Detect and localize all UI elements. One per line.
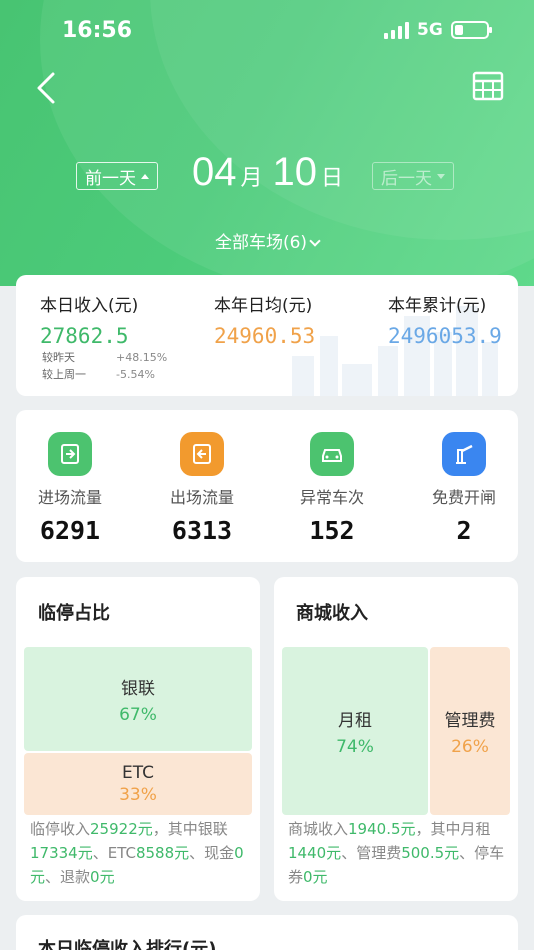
flow-value: 6291: [39, 516, 101, 545]
unionpay-block[interactable]: 银联 67%: [24, 647, 252, 751]
etc-block[interactable]: ETC 33%: [24, 753, 252, 815]
flow-value: 6313: [171, 516, 233, 545]
signal-icon: [384, 21, 409, 39]
temp-parking-description: 临停收入25922元，其中银联17334元、ETC8588元、现金0元、退款0元: [30, 820, 244, 886]
exit-gate-icon: [180, 432, 224, 476]
today-income-label: 本日收入(元): [40, 296, 139, 316]
vs-last-week-value: -5.54%: [116, 368, 155, 381]
prev-day-button[interactable]: 前一天: [76, 162, 158, 190]
today-income-value: 27862.5: [40, 324, 129, 348]
back-arrow-icon: [37, 72, 55, 104]
triangle-down-icon: [437, 173, 445, 179]
temp-income-ranking-card: 本日临停收入排行(元): [16, 915, 518, 950]
next-day-button[interactable]: 后一天: [372, 162, 454, 190]
flow-value: 152: [309, 516, 355, 545]
income-summary-card: 本日收入(元) 27862.5 本年日均(元) 24960.53 本年累计(元)…: [16, 275, 518, 396]
year-average-value: 24960.53: [214, 324, 316, 348]
panel-title: 商城收入: [296, 603, 368, 624]
month-value: 04: [192, 150, 237, 194]
prev-day-label: 前一天: [85, 168, 136, 189]
year-average-label: 本年日均(元): [214, 296, 313, 316]
flow-item-abnormal[interactable]: 异常车次 152: [272, 432, 392, 545]
comparison-block: 较昨天 +48.15% 较上周一 -5.54%: [42, 349, 167, 383]
mall-income-description: 商城收入1940.5元，其中月租1440元、管理费500.5元、停车券0元: [288, 820, 505, 886]
year-total: 本年累计(元) 2496053.9: [388, 291, 502, 348]
mall-income-card: 商城收入 月租 74% 管理费 26% 商城收入1940.5元，其中月租1440…: [274, 577, 518, 901]
network-type: 5G: [417, 20, 443, 40]
ranking-title: 本日临停收入排行(元): [38, 939, 217, 950]
flow-item-free-open[interactable]: 免费开闸 2: [404, 432, 524, 545]
year-total-value: 2496053.9: [388, 324, 502, 348]
calendar-button[interactable]: [472, 70, 508, 106]
date-display: 04 月 10 日: [192, 150, 349, 195]
parking-lot-selector[interactable]: 全部车场(6): [0, 228, 534, 253]
day-value: 10: [272, 150, 318, 194]
battery-icon: [450, 21, 492, 39]
car-icon: [310, 432, 354, 476]
flow-item-entry[interactable]: 进场流量 6291: [10, 432, 130, 545]
flow-value: 2: [456, 516, 472, 545]
month-unit: 月: [240, 166, 263, 191]
flow-label: 进场流量: [37, 488, 102, 507]
block-percent: 74%: [336, 736, 374, 757]
status-time: 16:56: [62, 18, 133, 43]
temp-parking-share-card: 临停占比 银联 67% ETC 33% 临停收入25922元，其中银联17334…: [16, 577, 260, 901]
block-percent: 26%: [451, 736, 489, 757]
block-name: 管理费: [444, 710, 496, 731]
next-day-label: 后一天: [381, 168, 432, 189]
flow-label: 出场流量: [169, 488, 234, 507]
flow-label: 异常车次: [299, 488, 364, 507]
vs-yesterday-label: 较昨天: [42, 351, 75, 364]
header-banner: 16:56 5G 前一天 04 月 10 日 后一天 全部车场(6): [0, 0, 534, 286]
year-total-label: 本年累计(元): [388, 296, 487, 316]
block-percent: 67%: [119, 704, 157, 725]
flow-label: 免费开闸: [431, 488, 496, 507]
management-fee-block[interactable]: 管理费 26%: [430, 647, 510, 815]
year-average: 本年日均(元) 24960.53: [214, 291, 315, 348]
back-button[interactable]: [28, 68, 64, 108]
monthly-rent-block[interactable]: 月租 74%: [282, 647, 428, 815]
chevron-down-icon: [309, 235, 321, 247]
block-name: ETC: [122, 763, 154, 783]
panel-title: 临停占比: [38, 603, 110, 624]
barrier-icon: [442, 432, 486, 476]
vs-yesterday-value: +48.15%: [116, 351, 168, 364]
vs-last-week-label: 较上周一: [42, 368, 86, 381]
status-indicators: 5G: [384, 20, 492, 40]
block-name: 银联: [121, 678, 155, 699]
day-unit: 日: [321, 166, 344, 191]
traffic-flow-card: 进场流量 6291 出场流量 6313 异常车次 152 免费开闸 2: [16, 410, 518, 562]
parking-lot-label: 全部车场(6): [214, 233, 308, 253]
entry-gate-icon: [48, 432, 92, 476]
block-percent: 33%: [119, 785, 157, 805]
calendar-icon: [472, 71, 504, 101]
triangle-up-icon: [141, 173, 149, 179]
flow-item-exit[interactable]: 出场流量 6313: [142, 432, 262, 545]
block-name: 月租: [338, 710, 372, 731]
today-income: 本日收入(元) 27862.5: [40, 291, 138, 348]
